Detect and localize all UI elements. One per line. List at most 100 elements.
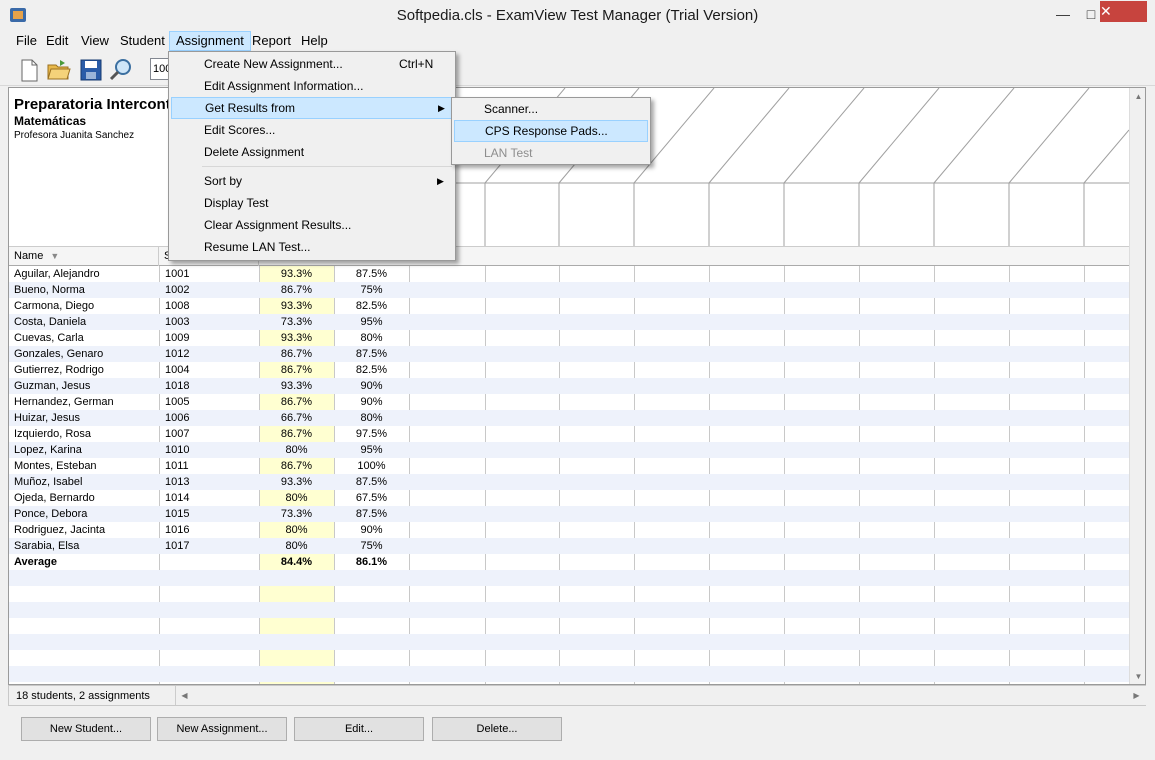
horizontal-scrollbar[interactable]: ◀ ▶: [175, 686, 1146, 705]
column-header-name[interactable]: Name ▼: [9, 247, 159, 266]
scroll-left-icon[interactable]: ◀: [176, 687, 193, 704]
table-row[interactable]: Ponce, Debora 1015 73.3% 87.5%: [9, 506, 1129, 522]
assignment-1-score-cell: 86.7%: [280, 396, 313, 408]
student-name-cell: Aguilar, Alejandro: [14, 268, 100, 280]
scroll-up-icon[interactable]: ▲: [1130, 88, 1145, 105]
average-assignment-1: 84.4%: [280, 556, 313, 568]
assignment-1-score-cell: 80%: [285, 492, 308, 504]
table-row[interactable]: Rodriguez, Jacinta 1016 80% 90%: [9, 522, 1129, 538]
table-row[interactable]: Aguilar, Alejandro 1001 93.3% 87.5%: [9, 266, 1129, 282]
menu-item-get-results[interactable]: Get Results from ▶: [171, 97, 453, 119]
student-name-cell: Gutierrez, Rodrigo: [14, 364, 104, 376]
assignment-1-score-cell: 80%: [285, 444, 308, 456]
student-name-cell: Ojeda, Bernardo: [14, 492, 95, 504]
table-row[interactable]: Muñoz, Isabel 1013 93.3% 87.5%: [9, 474, 1129, 490]
assignment-1-score-cell: 93.3%: [280, 300, 313, 312]
student-id-cell: 1009: [165, 332, 190, 344]
menu-item-shortcut: Ctrl+N: [399, 57, 434, 71]
save-icon[interactable]: [78, 57, 104, 83]
menu-edit[interactable]: Edit: [40, 31, 74, 51]
student-name-cell: Rodriguez, Jacinta: [14, 524, 106, 536]
open-folder-icon[interactable]: [46, 57, 72, 83]
table-row[interactable]: Gonzales, Genaro 1012 86.7% 87.5%: [9, 346, 1129, 362]
table-row[interactable]: Bueno, Norma 1002 86.7% 75%: [9, 282, 1129, 298]
assignment-2-score-cell: 95%: [360, 316, 383, 328]
menu-assignment[interactable]: Assignment: [169, 31, 251, 51]
menu-item-resume-lan-test[interactable]: Resume LAN Test...: [171, 236, 453, 258]
scroll-right-icon[interactable]: ▶: [1128, 687, 1145, 704]
class-teacher: Profesora Juanita Sanchez: [14, 130, 135, 141]
table-row[interactable]: Montes, Esteban 1011 86.7% 100%: [9, 458, 1129, 474]
student-name-cell: Sarabia, Elsa: [14, 540, 80, 552]
menu-item-edit-assignment-info[interactable]: Edit Assignment Information...: [171, 75, 453, 97]
table-row[interactable]: Sarabia, Elsa 1017 80% 75%: [9, 538, 1129, 554]
student-name-cell: Montes, Esteban: [14, 460, 97, 472]
student-name-cell: Lopez, Karina: [14, 444, 82, 456]
menu-student[interactable]: Student: [114, 31, 171, 51]
new-file-icon[interactable]: [16, 57, 42, 83]
assignment-2-score-cell: 97.5%: [355, 428, 388, 440]
menu-item-delete-assignment[interactable]: Delete Assignment: [171, 141, 453, 163]
assignment-1-score-cell: 86.7%: [280, 364, 313, 376]
title-bar: Softpedia.cls - ExamView Test Manager (T…: [0, 0, 1155, 31]
assignment-1-score-cell: 73.3%: [280, 508, 313, 520]
table-row[interactable]: Hernandez, German 1005 86.7% 90%: [9, 394, 1129, 410]
new-student-button[interactable]: New Student...: [21, 717, 151, 741]
student-id-cell: 1002: [165, 284, 190, 296]
assignment-2-score-cell: 80%: [360, 332, 383, 344]
student-name-cell: Izquierdo, Rosa: [14, 428, 92, 440]
status-text: 18 students, 2 assignments: [16, 690, 150, 702]
scroll-down-icon[interactable]: ▼: [1130, 668, 1145, 684]
average-row: Average 84.4% 86.1%: [9, 554, 1129, 570]
average-label: Average: [14, 556, 58, 568]
table-row[interactable]: Huizar, Jesus 1006 66.7% 80%: [9, 410, 1129, 426]
assignment-menu: Create New Assignment... Ctrl+N Edit Ass…: [168, 51, 456, 261]
menu-item-clear-results[interactable]: Clear Assignment Results...: [171, 214, 453, 236]
menu-item-display-test[interactable]: Display Test: [171, 192, 453, 214]
menu-item-label: Create New Assignment...: [204, 57, 343, 71]
column-header-name-label: Name: [14, 250, 44, 262]
assignment-1-score-cell: 93.3%: [280, 268, 313, 280]
student-id-cell: 1018: [165, 380, 190, 392]
menu-item-sort-by[interactable]: Sort by ▶: [171, 170, 453, 192]
table-row[interactable]: Ojeda, Bernardo 1014 80% 67.5%: [9, 490, 1129, 506]
empty-row: [9, 650, 1129, 666]
student-id-cell: 1012: [165, 348, 190, 360]
assignment-2-score-cell: 87.5%: [355, 476, 388, 488]
assignment-2-score-cell: 95%: [360, 444, 383, 456]
student-name-cell: Carmona, Diego: [14, 300, 95, 312]
student-id-cell: 1001: [165, 268, 190, 280]
menu-item-label: Get Results from: [205, 101, 296, 115]
menu-help[interactable]: Help: [295, 31, 334, 51]
submenu-arrow-icon: ▶: [437, 176, 444, 186]
table-row[interactable]: Costa, Daniela 1003 73.3% 95%: [9, 314, 1129, 330]
table-row[interactable]: Guzman, Jesus 1018 93.3% 90%: [9, 378, 1129, 394]
student-id-cell: 1015: [165, 508, 190, 520]
delete-button[interactable]: Delete...: [432, 717, 562, 741]
student-id-cell: 1006: [165, 412, 190, 424]
assignment-1-score-cell: 86.7%: [280, 428, 313, 440]
student-name-cell: Cuevas, Carla: [14, 332, 84, 344]
new-assignment-button[interactable]: New Assignment...: [157, 717, 287, 741]
menu-report[interactable]: Report: [246, 31, 297, 51]
table-row[interactable]: Gutierrez, Rodrigo 1004 86.7% 82.5%: [9, 362, 1129, 378]
vertical-scrollbar[interactable]: ▲ ▼: [1129, 88, 1145, 684]
edit-button[interactable]: Edit...: [294, 717, 424, 741]
search-icon[interactable]: [108, 57, 134, 83]
window-title: Softpedia.cls - ExamView Test Manager (T…: [396, 7, 759, 24]
minimize-button[interactable]: —: [1048, 0, 1078, 30]
empty-row: [9, 570, 1129, 586]
menu-item-create-assignment[interactable]: Create New Assignment... Ctrl+N: [171, 53, 453, 75]
table-row[interactable]: Cuevas, Carla 1009 93.3% 80%: [9, 330, 1129, 346]
submenu-item-cps-response-pads[interactable]: CPS Response Pads...: [454, 120, 648, 142]
menu-view[interactable]: View: [75, 31, 115, 51]
table-row[interactable]: Lopez, Karina 1010 80% 95%: [9, 442, 1129, 458]
menu-file[interactable]: File: [10, 31, 43, 51]
student-name-cell: Muñoz, Isabel: [14, 476, 83, 488]
menu-item-edit-scores[interactable]: Edit Scores...: [171, 119, 453, 141]
close-button[interactable]: ✕: [1100, 1, 1147, 22]
empty-row: [9, 618, 1129, 634]
submenu-item-scanner[interactable]: Scanner...: [454, 98, 648, 120]
table-row[interactable]: Izquierdo, Rosa 1007 86.7% 97.5%: [9, 426, 1129, 442]
table-row[interactable]: Carmona, Diego 1008 93.3% 82.5%: [9, 298, 1129, 314]
